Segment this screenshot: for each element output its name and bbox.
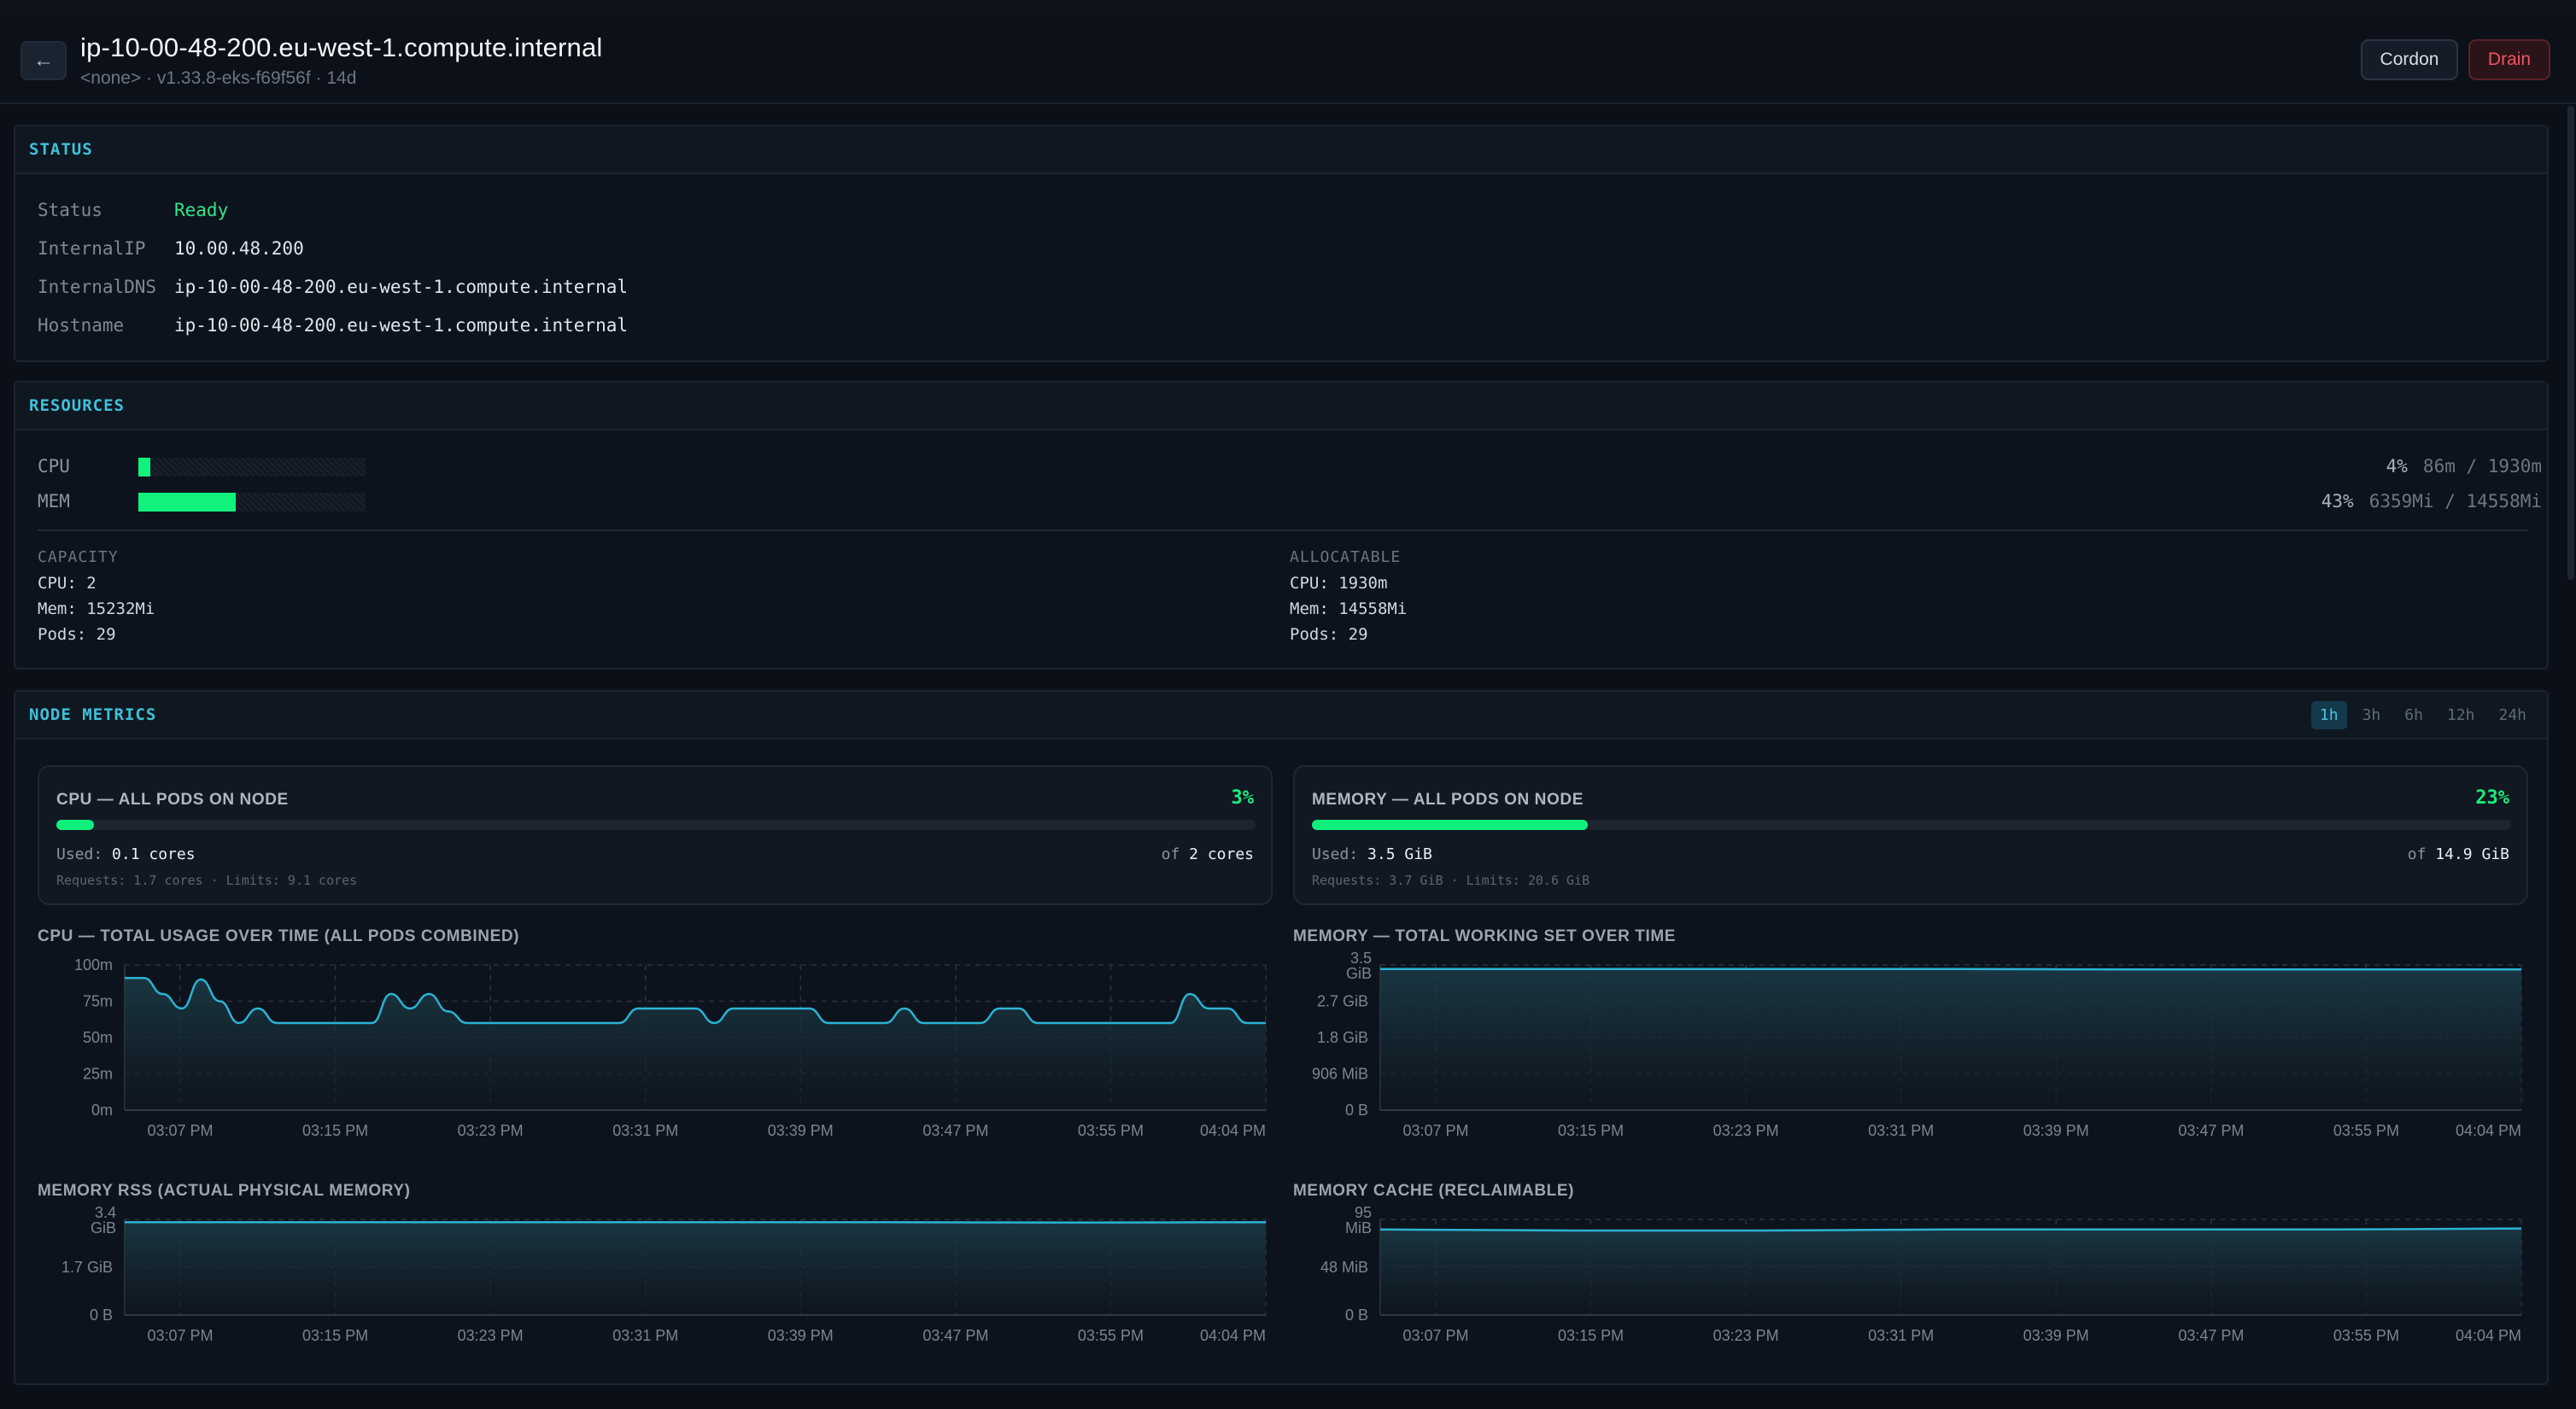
allocatable-cpu: CPU: 1930m <box>1290 574 1388 593</box>
mem-resource-label: MEM <box>38 491 70 512</box>
internal-dns-value: ip-10-00-48-200.eu-west-1.compute.intern… <box>174 277 629 297</box>
y-tick-label: 0 B <box>90 1307 113 1324</box>
y-tick-label: 95 <box>1355 1204 1372 1221</box>
series-area <box>1380 1228 2521 1315</box>
internal-dns-row: InternalDNS ip-10-00-48-200.eu-west-1.com… <box>38 277 628 297</box>
memory-cache-chart: 0 B 48 MiB 95MiB 03:07 PM 03:15 PM 03:23 PM 03… <box>1320 1204 2522 1344</box>
page-title: ip-10-00-48-200.eu-west-1.compute.intern… <box>80 32 603 62</box>
cordon-button[interactable]: Cordon <box>2361 39 2458 80</box>
x-tick-label: 03:23 PM <box>1713 1327 1779 1344</box>
status-panel-header: STATUS <box>15 126 2547 174</box>
resources-panel-header: RESOURCES <box>15 383 2547 430</box>
resources-panel-title: RESOURCES <box>29 396 125 415</box>
scrollbar-thumb[interactable] <box>2567 106 2574 580</box>
arrow-left-icon: ← <box>33 49 54 72</box>
cpu-resource-label: CPU <box>38 456 70 476</box>
allocatable-mem: Mem: 14558Mi <box>1290 599 1408 618</box>
mem-resource-bar <box>138 493 366 512</box>
window-top-strip <box>0 0 2576 17</box>
status-key: Status <box>38 200 102 220</box>
x-tick-label: 03:07 PM <box>147 1327 213 1344</box>
status-panel: STATUS Status Ready InternalIP 10.00.48.20… <box>14 125 2549 362</box>
x-tick-label: 03:07 PM <box>1402 1327 1468 1344</box>
internal-ip-key: InternalIP <box>38 238 146 259</box>
mem-resource-fill <box>138 493 237 512</box>
cpu-resource-detail: 86m / 1930m <box>2422 456 2542 476</box>
internal-dns-key: InternalDNS <box>38 277 157 297</box>
x-tick-label: 03:55 PM <box>1078 1327 1144 1344</box>
x-tick-label: 03:55 PM <box>2333 1327 2399 1344</box>
page-header: ← ip-10-00-48-200.eu-west-1.compute.inte… <box>0 17 2576 104</box>
x-tick-label: 03:15 PM <box>1558 1327 1624 1344</box>
internal-ip-value: 10.00.48.200 <box>174 238 304 259</box>
status-row: Status Ready <box>38 200 228 220</box>
memory-rss-chart: 0 B 1.7 GiB 3.4GiB 03:07 PM 03:15 PM 03:23 PM… <box>61 1204 1267 1344</box>
y-tick-label: GiB <box>91 1219 116 1237</box>
series-line <box>1379 1227 2522 1232</box>
x-tick-label: 03:47 PM <box>2178 1327 2244 1344</box>
hostname-value: ip-10-00-48-200.eu-west-1.compute.intern… <box>174 315 629 336</box>
hostname-key: Hostname <box>38 315 125 336</box>
cpu-resource-bar <box>138 458 366 476</box>
capacity-heading: CAPACITY <box>38 548 119 566</box>
internal-ip-row: InternalIP 10.00.48.200 <box>38 238 304 259</box>
resources-divider <box>38 529 2528 531</box>
x-tick-label: 04:04 PM <box>2456 1327 2521 1344</box>
x-tick-label: 04:04 PM <box>1200 1327 1266 1344</box>
x-tick-label: 03:39 PM <box>768 1327 834 1344</box>
drain-button[interactable]: Drain <box>2468 39 2550 80</box>
cpu-resource-percent: 4% <box>2386 456 2408 476</box>
cpu-resource-fill <box>138 458 150 476</box>
allocatable-heading: ALLOCATABLE <box>1290 548 1402 566</box>
status-panel-title: STATUS <box>29 140 93 159</box>
mem-resource-detail: 6359Mi / 14558Mi <box>2368 491 2542 512</box>
hostname-row: Hostname ip-10-00-48-200.eu-west-1.comput… <box>38 315 628 336</box>
x-tick-label: 03:31 PM <box>1868 1327 1934 1344</box>
node-metrics-panel: NODE METRICS 1h 3h 6h 12h 24h CPU — ALL … <box>14 690 2549 1385</box>
y-tick-label: 3.4 <box>95 1204 116 1221</box>
y-tick-label: MiB <box>1345 1219 1372 1237</box>
mem-resource-row: MEM 43% 6359Mi / 14558Mi <box>38 491 2542 513</box>
capacity-mem: Mem: 15232Mi <box>38 599 155 618</box>
cpu-resource-row: CPU 4% 86m / 1930m <box>38 456 2542 478</box>
x-tick-label: 03:47 PM <box>922 1327 988 1344</box>
series-area <box>125 1222 1266 1315</box>
mem-resource-percent: 43% <box>2321 491 2354 512</box>
back-button[interactable]: ← <box>20 41 67 80</box>
resources-panel: RESOURCES CPU 4% 86m / 1930m MEM 43% 6359M… <box>14 381 2549 669</box>
x-tick-label: 03:39 PM <box>2023 1327 2089 1344</box>
x-tick-label: 03:31 PM <box>612 1327 678 1344</box>
y-tick-label: 48 MiB <box>1320 1259 1368 1276</box>
x-tick-label: 03:15 PM <box>302 1327 368 1344</box>
capacity-cpu: CPU: 2 <box>38 574 97 593</box>
y-tick-label: 0 B <box>1345 1307 1368 1324</box>
capacity-block: CAPACITY CPU: 2 Mem: 15232Mi Pods: 29 <box>38 545 155 647</box>
page-subtitle: <none> · v1.33.8-eks-f69f56f · 14d <box>80 68 357 88</box>
allocatable-pods: Pods: 29 <box>1290 625 1368 644</box>
allocatable-block: ALLOCATABLE CPU: 1930m Mem: 14558Mi Pods… <box>1290 545 1407 647</box>
status-value: Ready <box>174 200 229 220</box>
capacity-pods: Pods: 29 <box>38 625 116 644</box>
x-tick-label: 03:23 PM <box>458 1327 524 1344</box>
y-tick-label: 1.7 GiB <box>61 1259 113 1276</box>
